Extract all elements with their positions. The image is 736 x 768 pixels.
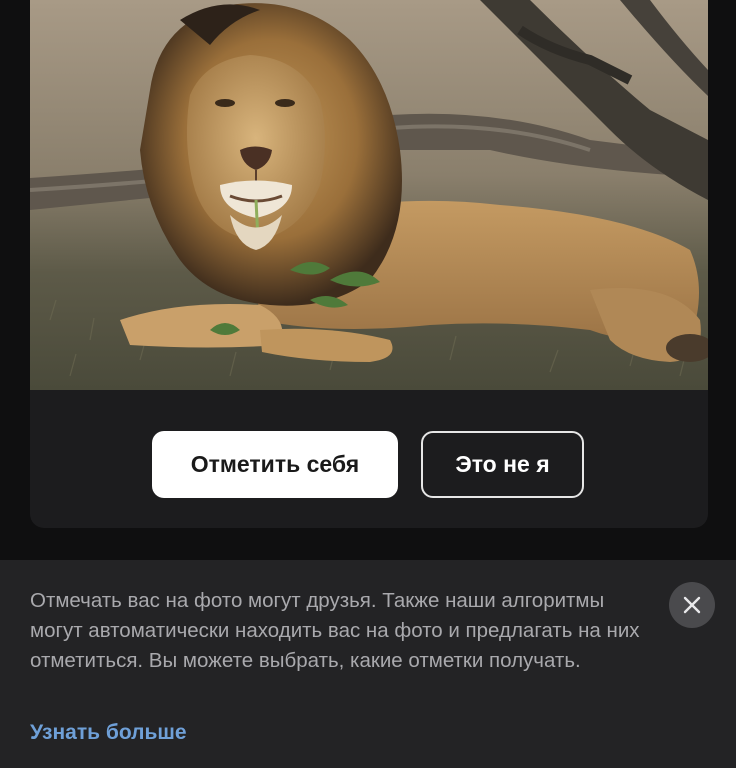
photo-tag-screen: Отметить себя Это не я Отмечать вас на ф… xyxy=(0,0,736,768)
tag-self-button[interactable]: Отметить себя xyxy=(152,431,398,498)
lion-photo xyxy=(30,0,708,390)
not-me-button[interactable]: Это не я xyxy=(421,431,584,498)
photo-actions: Отметить себя Это не я xyxy=(30,390,708,528)
photo-card: Отметить себя Это не я xyxy=(30,0,708,528)
info-panel: Отмечать вас на фото могут друзья. Также… xyxy=(0,560,736,768)
close-button[interactable] xyxy=(669,582,715,628)
info-text: Отмечать вас на фото могут друзья. Также… xyxy=(30,589,640,672)
close-icon xyxy=(683,596,701,614)
learn-more-link[interactable]: Узнать больше xyxy=(30,721,187,745)
